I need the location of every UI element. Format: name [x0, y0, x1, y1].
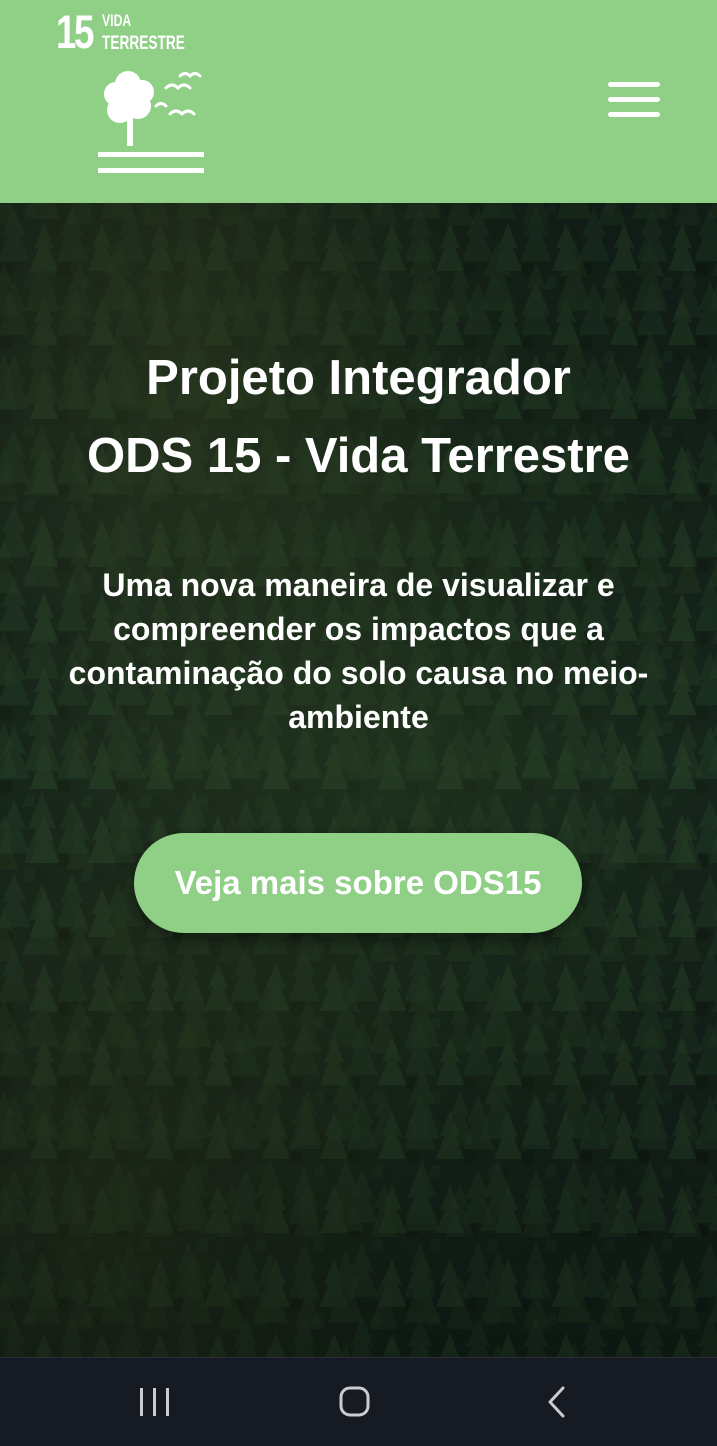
- back-button[interactable]: [497, 1358, 617, 1446]
- ods15-logo[interactable]: 15 VIDA TERRESTRE: [56, 5, 216, 190]
- back-chevron-icon: [548, 1386, 565, 1418]
- recent-apps-icon: [140, 1388, 169, 1416]
- logo-title-line2: TERRESTRE: [102, 33, 185, 54]
- recent-apps-button[interactable]: [95, 1358, 215, 1446]
- title-line-2: ODS 15 - Vida Terrestre: [87, 429, 630, 483]
- logo-number: 15: [56, 5, 94, 58]
- site-header: 15 VIDA TERRESTRE: [0, 0, 717, 203]
- app-screen: 15 VIDA TERRESTRE Projeto Integrador ODS…: [0, 0, 717, 1446]
- hero-section: Projeto Integrador ODS 15 - Vida Terrest…: [0, 203, 717, 1357]
- learn-more-ods15-button[interactable]: Veja mais sobre ODS15: [134, 833, 582, 933]
- tree-birds-icon: [98, 71, 204, 173]
- menu-bar-middle: [608, 97, 660, 102]
- hero-subtitle: Uma nova maneira de visualizar e compree…: [68, 567, 649, 735]
- android-navigation-bar: [0, 1357, 717, 1446]
- title-line-1: Projeto Integrador: [146, 351, 571, 405]
- home-icon: [339, 1386, 370, 1417]
- logo-title-line1: VIDA: [102, 11, 132, 30]
- page-title: Projeto Integrador ODS 15 - Vida Terrest…: [0, 339, 717, 495]
- menu-bar-top: [608, 82, 660, 87]
- hamburger-menu-icon[interactable]: [602, 78, 666, 124]
- home-button[interactable]: [296, 1358, 416, 1446]
- menu-bar-bottom: [608, 112, 660, 117]
